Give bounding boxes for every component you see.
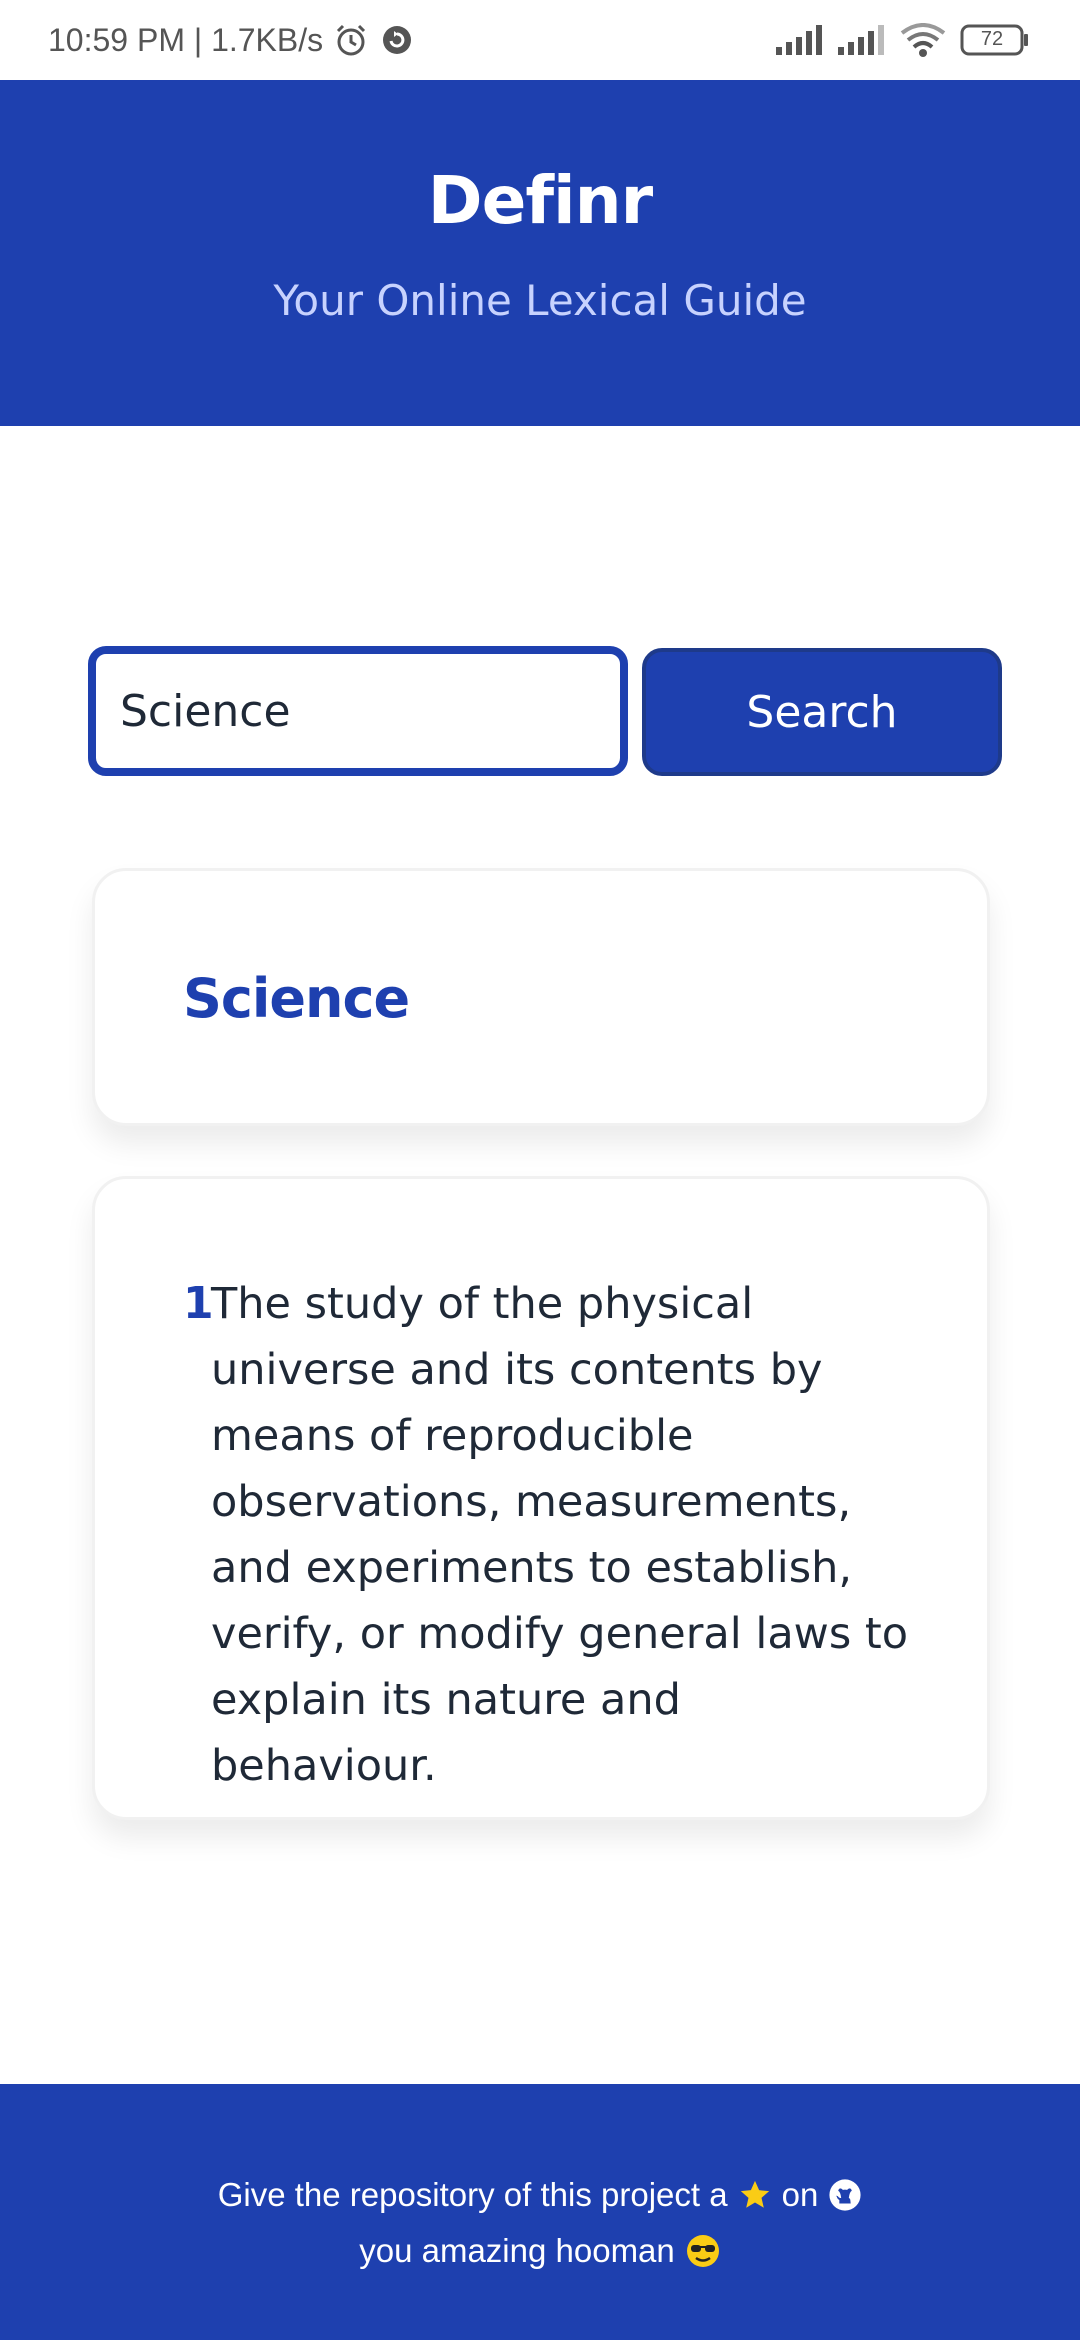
definition-card: 1 The study of the physical universe and… [92,1176,990,1820]
definition-number: 1 [183,1278,214,1329]
signal-icon [776,25,824,55]
definition-item: 1 The study of the physical universe and… [183,1271,917,1799]
result-word: Science [183,967,410,1030]
status-bar: 10:59 PM | 1.7KB/s 72 [0,0,1080,80]
status-time-speed: 10:59 PM | 1.7KB/s [48,21,324,58]
wifi-icon [900,23,946,57]
battery-level: 72 [980,28,1004,50]
footer-line-2: you amazing hooman [0,2232,1080,2270]
app-subtitle: Your Online Lexical Guide [273,276,807,325]
status-left: 10:59 PM | 1.7KB/s [48,22,415,59]
alarm-icon [333,22,369,58]
search-input[interactable] [88,646,628,776]
footer-line-1: Give the repository of this project a on [0,2176,1080,2214]
app-header: Definr Your Online Lexical Guide [0,80,1080,426]
status-right: 72 [776,23,1030,57]
footer: Give the repository of this project a on… [0,2084,1080,2340]
battery-icon: 72 [960,24,1030,56]
app-title: Definr [427,162,653,239]
sunglasses-emoji-icon [685,2233,721,2269]
footer-text-prefix: Give the repository of this project a [217,2176,728,2213]
github-icon[interactable] [828,2178,862,2212]
definition-text: The study of the physical universe and i… [211,1279,909,1791]
footer-text-on: on [781,2176,819,2213]
search-button[interactable]: Search [642,648,1002,776]
footer-text-line2: you amazing hooman [359,2232,675,2269]
signal-icon [838,25,886,55]
star-icon [738,2178,772,2212]
sync-icon [379,22,415,58]
word-card: Science [92,868,990,1126]
